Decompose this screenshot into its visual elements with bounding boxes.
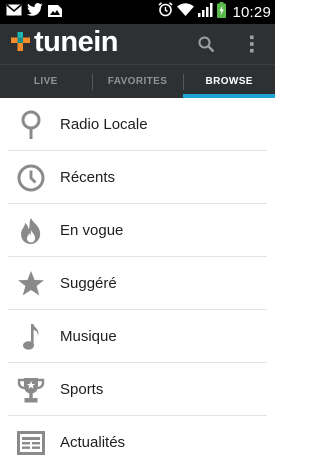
notification-icons bbox=[6, 3, 62, 22]
list-item-suggere[interactable]: Suggéré bbox=[0, 257, 275, 310]
tab-browse[interactable]: BROWSE bbox=[183, 65, 275, 98]
list-item-label: Actualités bbox=[60, 434, 126, 451]
list-item-label: Sports bbox=[60, 381, 104, 398]
list-item-label: En vogue bbox=[60, 222, 124, 239]
location-pin-icon bbox=[17, 110, 45, 140]
trophy-icon bbox=[17, 375, 45, 405]
list-item-label: Récents bbox=[60, 169, 116, 186]
list-item-en-vogue[interactable]: En vogue bbox=[0, 204, 275, 257]
list-item-actualites[interactable]: Actualités bbox=[0, 416, 275, 458]
image-icon bbox=[48, 3, 62, 22]
system-icons: 10:29 bbox=[158, 1, 271, 23]
list-item-radio-locale[interactable]: Radio Locale bbox=[0, 98, 275, 151]
tab-live[interactable]: LIVE bbox=[0, 65, 92, 98]
tunein-logo[interactable]: tunein bbox=[10, 25, 119, 58]
clock-time: 10:29 bbox=[232, 3, 271, 21]
overflow-menu-icon[interactable] bbox=[241, 32, 263, 56]
mail-icon bbox=[6, 3, 22, 21]
browse-list: Radio Locale Récents En vogue Suggéré Mu… bbox=[0, 98, 275, 458]
tab-favorites[interactable]: FAVORITES bbox=[91, 65, 184, 98]
newspaper-icon bbox=[17, 428, 45, 458]
search-icon[interactable] bbox=[195, 32, 217, 56]
app-bar-actions bbox=[195, 32, 263, 56]
app-name: tunein bbox=[34, 25, 119, 58]
star-icon bbox=[17, 269, 45, 299]
list-item-recents[interactable]: Récents bbox=[0, 151, 275, 204]
app-bar: tunein bbox=[0, 24, 275, 64]
clock-icon bbox=[17, 163, 45, 193]
alarm-icon bbox=[158, 2, 173, 22]
flame-icon bbox=[17, 216, 45, 246]
list-item-sports[interactable]: Sports bbox=[0, 363, 275, 416]
list-item-label: Radio Locale bbox=[60, 116, 148, 133]
twitter-icon bbox=[27, 3, 43, 21]
tab-bar: LIVE FAVORITES BROWSE bbox=[0, 64, 275, 98]
music-note-icon bbox=[17, 322, 45, 352]
tunein-logo-icon bbox=[10, 31, 31, 57]
status-bar: 10:29 bbox=[0, 0, 275, 24]
battery-charging-icon bbox=[217, 1, 227, 23]
wifi-icon bbox=[177, 3, 195, 21]
list-item-musique[interactable]: Musique bbox=[0, 310, 275, 363]
signal-icon bbox=[198, 2, 213, 22]
list-item-label: Suggéré bbox=[60, 275, 117, 292]
list-item-label: Musique bbox=[60, 328, 117, 345]
